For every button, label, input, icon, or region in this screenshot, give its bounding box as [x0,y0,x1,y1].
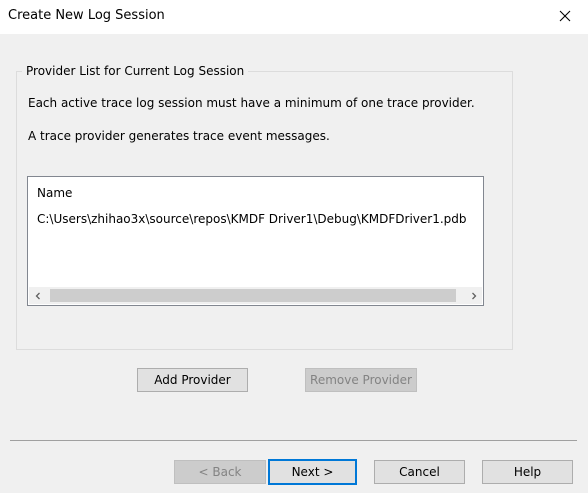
scroll-right-button[interactable] [465,287,482,304]
chevron-left-icon [35,292,40,299]
cancel-button[interactable]: Cancel [374,460,465,484]
add-provider-button[interactable]: Add Provider [137,368,248,392]
next-button[interactable]: Next > [268,459,357,485]
title-bar: Create New Log Session [0,0,588,34]
description-line-1: Each active trace log session must have … [28,96,475,110]
create-log-session-dialog: Create New Log Session Provider List for… [0,0,588,493]
back-button[interactable]: < Back [174,460,266,484]
close-button[interactable] [542,0,588,32]
remove-provider-button[interactable]: Remove Provider [305,368,417,392]
column-header-name[interactable]: Name [37,186,72,200]
window-title: Create New Log Session [8,8,165,23]
provider-list[interactable]: Name C:\Users\zhihao3x\source\repos\KMDF… [27,176,484,306]
chevron-right-icon [471,292,476,299]
close-icon [559,10,571,22]
horizontal-scrollbar[interactable] [29,287,482,304]
groupbox-legend: Provider List for Current Log Session [22,64,249,78]
list-item[interactable]: C:\Users\zhihao3x\source\repos\KMDF Driv… [37,212,467,226]
help-button[interactable]: Help [482,460,573,484]
separator [10,440,577,441]
description-line-2: A trace provider generates trace event m… [28,129,330,143]
scroll-left-button[interactable] [29,287,46,304]
scroll-thumb[interactable] [50,289,456,302]
